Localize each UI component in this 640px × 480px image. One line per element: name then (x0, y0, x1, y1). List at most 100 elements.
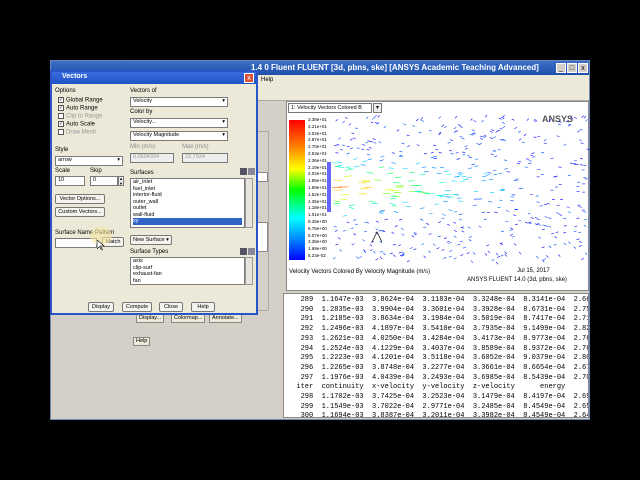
velocity-vector (498, 172, 503, 175)
velocity-vector (434, 194, 441, 196)
velocity-vector (578, 206, 582, 208)
velocity-vector (563, 225, 567, 227)
annotate-button[interactable]: Annotate... (209, 314, 242, 323)
colormap-button[interactable]: Colormap... (171, 314, 206, 323)
select-all-types-icon[interactable] (240, 248, 247, 255)
console-line: 290 1.2835e-03 3.9904e-04 3.3601e-04 3.3… (288, 305, 589, 314)
velocity-vector (488, 201, 493, 203)
velocity-vector (510, 227, 514, 230)
velocity-vector (536, 201, 540, 203)
velocity-vector (450, 153, 454, 155)
option-checkbox[interactable]: Clip to Range (58, 113, 103, 121)
velocity-vector (481, 212, 486, 214)
velocity-vector (444, 125, 447, 129)
legend-label: 1.85e+01 (308, 178, 327, 184)
velocity-vector (405, 205, 411, 208)
velocity-vector (365, 116, 369, 120)
help-button[interactable]: Help (191, 302, 215, 312)
scale-input[interactable]: 10 (55, 176, 85, 186)
velocity-vector (441, 249, 445, 251)
velocity-vector (394, 176, 402, 178)
display-button[interactable]: Display (88, 302, 114, 312)
display-main-button[interactable]: Display... (136, 314, 165, 323)
minimize-button[interactable]: _ (556, 63, 566, 73)
velocity-vector (414, 232, 417, 235)
menu-help[interactable]: Help (261, 77, 273, 83)
legend-label: 1.52e+01 (308, 191, 327, 197)
velocity-vector (389, 252, 393, 255)
surface-types-scrollbar[interactable] (245, 257, 253, 285)
skip-input[interactable]: 0 (90, 176, 118, 186)
option-label: Clip to Range (66, 113, 103, 120)
color-by-select[interactable]: Velocity... ▾ (130, 118, 228, 128)
surfaces-scrollbar[interactable] (245, 178, 253, 228)
option-checkbox[interactable]: ✓ Auto Range (58, 105, 103, 113)
velocity-vector (453, 126, 457, 130)
velocity-vector (557, 123, 561, 126)
velocity-vector (548, 217, 552, 220)
velocity-vector (370, 121, 374, 124)
compute-button[interactable]: Compute (122, 302, 152, 312)
velocity-vector (478, 225, 482, 228)
option-label: Auto Range (66, 105, 98, 112)
velocity-vector (513, 243, 517, 246)
dialog-close-icon[interactable]: x (244, 73, 254, 83)
velocity-vector (500, 230, 505, 233)
console-output[interactable]: 289 1.1647e-03 3.8624e-04 3.1183e-04 3.3… (283, 293, 589, 418)
velocity-vector (526, 118, 530, 121)
velocity-vector (346, 152, 350, 155)
help-main-button[interactable]: Help (133, 337, 151, 346)
console-line: 293 1.2621e-03 4.0250e-04 3.4284e-04 3.4… (288, 334, 589, 343)
velocity-vector (470, 118, 473, 121)
legend-label: 2.19e+01 (308, 164, 327, 170)
velocity-vector (420, 117, 424, 120)
velocity-vector (378, 141, 382, 143)
select-all-icon[interactable] (240, 168, 247, 175)
surface-item[interactable]: xy (133, 218, 242, 225)
option-checkbox[interactable]: ✓ Auto Scale (58, 121, 103, 129)
vectors-of-select[interactable]: Velocity ▾ (130, 97, 228, 107)
velocity-vector (391, 162, 397, 164)
option-checkbox[interactable]: ✓ Global Range (58, 97, 103, 105)
velocity-vector (353, 233, 357, 236)
deselect-all-types-icon[interactable] (248, 248, 255, 255)
deselect-all-icon[interactable] (248, 168, 255, 175)
velocity-vector (361, 148, 365, 150)
velocity-vector (473, 120, 477, 122)
velocity-vector (438, 152, 442, 154)
console-line: 294 1.2524e-03 4.1229e-04 3.4037e-04 3.8… (288, 344, 589, 353)
skip-stepper[interactable]: ▲ ▼ (118, 176, 124, 186)
velocity-vector (570, 117, 574, 119)
velocity-vector (398, 219, 403, 221)
velocity-vector (388, 167, 395, 169)
maximize-button[interactable]: □ (567, 63, 577, 73)
velocity-vector (409, 247, 413, 249)
velocity-vector (453, 235, 457, 238)
velocity-vector (362, 144, 366, 146)
surface-type-item[interactable]: fan (133, 278, 242, 285)
velocity-vector (428, 129, 432, 132)
graphics-window[interactable]: 1: Velocity Vectors Colored B ▾ ANSYS 3.… (286, 101, 590, 291)
surfaces-list[interactable]: air_inlet fuel_inlet interior-fluid outer_w… (130, 178, 245, 228)
surface-types-list[interactable]: axis clip-surf exhaust-fan fan (130, 257, 245, 285)
close-button[interactable]: Close (159, 302, 183, 312)
color-by-sub-select[interactable]: Velocity Magnitude ▾ (130, 131, 228, 141)
velocity-vector (466, 252, 470, 255)
new-surface-button[interactable]: New Surface ▾ (130, 235, 172, 245)
velocity-vector (402, 251, 405, 255)
velocity-vector (518, 138, 522, 141)
velocity-vector (448, 150, 453, 152)
vector-options-button[interactable]: Vector Options... (55, 194, 105, 204)
velocity-vector (470, 260, 474, 264)
velocity-vector (543, 139, 547, 142)
velocity-vector (398, 251, 402, 254)
velocity-vector (400, 227, 404, 230)
velocity-vector (479, 135, 483, 138)
custom-vectors-button[interactable]: Custom Vectors... (55, 207, 105, 217)
velocity-vector (394, 225, 398, 227)
legend-label: 3.38e+00 (308, 239, 327, 245)
close-main-button[interactable]: x (578, 63, 588, 73)
velocity-vector (486, 244, 490, 247)
option-checkbox[interactable]: Draw Mesh (58, 129, 103, 137)
style-select[interactable]: arrow ▾ (55, 156, 123, 166)
